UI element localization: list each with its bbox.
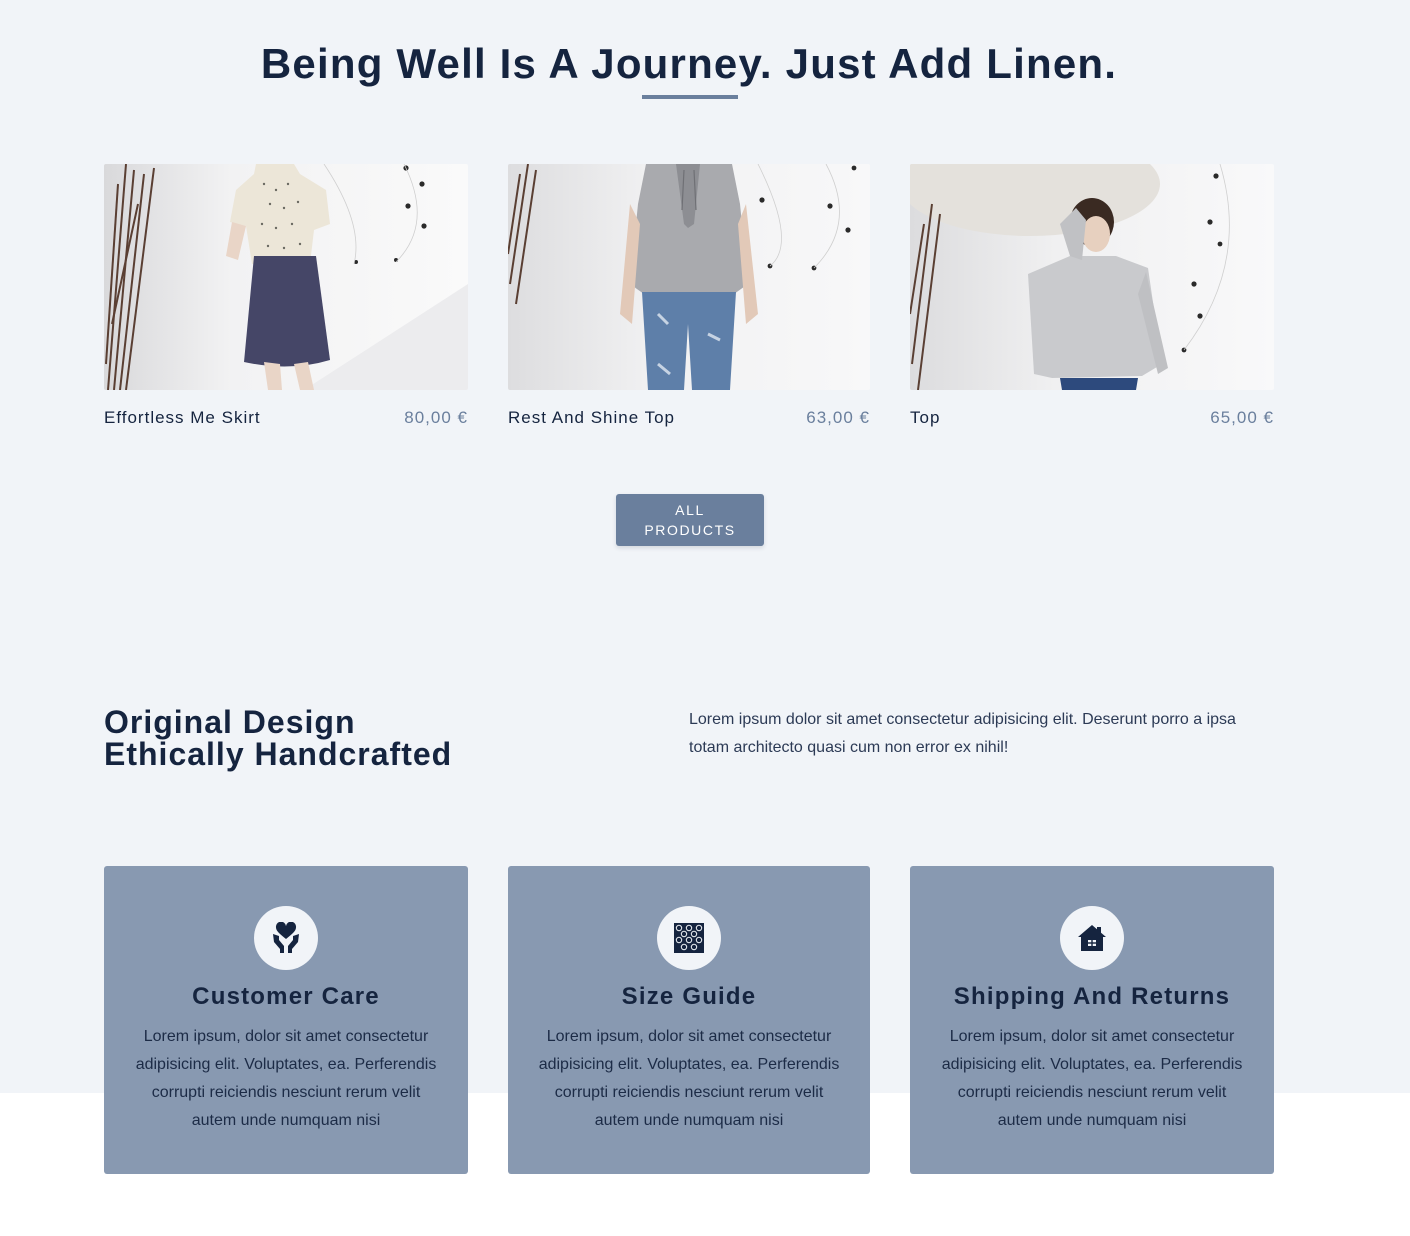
fabric-pattern-icon — [657, 906, 721, 970]
product-info: Effortless Me Skirt 80,00 € — [104, 408, 468, 428]
feature-cards: Customer Care Lorem ipsum, dolor sit ame… — [104, 866, 1274, 1174]
design-title: Original Design Ethically Handcrafted — [104, 706, 524, 770]
product-price: 80,00 € — [404, 408, 468, 427]
product-image-top[interactable] — [910, 164, 1274, 390]
feature-text: Lorem ipsum, dolor sit amet consectetur … — [135, 1028, 437, 1129]
product-card-skirt[interactable]: Effortless Me Skirt 80,00 € — [104, 164, 468, 428]
feature-title: Customer Care — [192, 983, 380, 1010]
heart-hands-icon — [254, 906, 318, 970]
page: Being Well Is A Journey. Just Add Linen. — [0, 0, 1410, 1236]
product-price: 63,00 € — [806, 408, 870, 427]
product-info: Top 65,00 € — [910, 408, 1274, 428]
design-title-line-1: Original Design — [104, 704, 356, 740]
product-name[interactable]: Effortless Me Skirt — [104, 408, 261, 428]
feature-card-customer-care: Customer Care Lorem ipsum, dolor sit ame… — [104, 866, 468, 1174]
feature-card-shipping-returns: Shipping And Returns Lorem ipsum, dolor … — [910, 866, 1274, 1174]
house-icon — [1060, 906, 1124, 970]
title-underline — [642, 95, 738, 99]
feature-card-size-guide: Size Guide Lorem ipsum, dolor sit amet c… — [508, 866, 870, 1174]
product-info: Rest And Shine Top 63,00 € — [508, 408, 870, 428]
feature-title: Shipping And Returns — [953, 983, 1231, 1010]
feature-text: Lorem ipsum, dolor sit amet consectetur … — [538, 1028, 840, 1129]
all-products-button[interactable]: All Products — [616, 494, 764, 546]
product-card-top-linen[interactable]: Top 65,00 € — [910, 164, 1274, 428]
design-title-line-2: Ethically Handcrafted — [104, 736, 453, 772]
feature-text: Lorem ipsum, dolor sit amet consectetur … — [941, 1028, 1243, 1129]
product-grid: Effortless Me Skirt 80,00 € Rest And Shi… — [104, 164, 1274, 444]
product-image-rest-and-shine-top[interactable] — [508, 164, 870, 390]
product-name[interactable]: Top — [910, 408, 940, 428]
product-image-skirt[interactable] — [104, 164, 468, 390]
feature-title: Size Guide — [621, 983, 757, 1010]
design-description: Lorem ipsum dolor sit amet consectetur a… — [689, 711, 1236, 756]
product-card-top-grey[interactable]: Rest And Shine Top 63,00 € — [508, 164, 870, 428]
product-name[interactable]: Rest And Shine Top — [508, 408, 675, 428]
hero-title: Being Well Is A Journey. Just Add Linen. — [260, 40, 1118, 87]
product-price: 65,00 € — [1210, 408, 1274, 427]
